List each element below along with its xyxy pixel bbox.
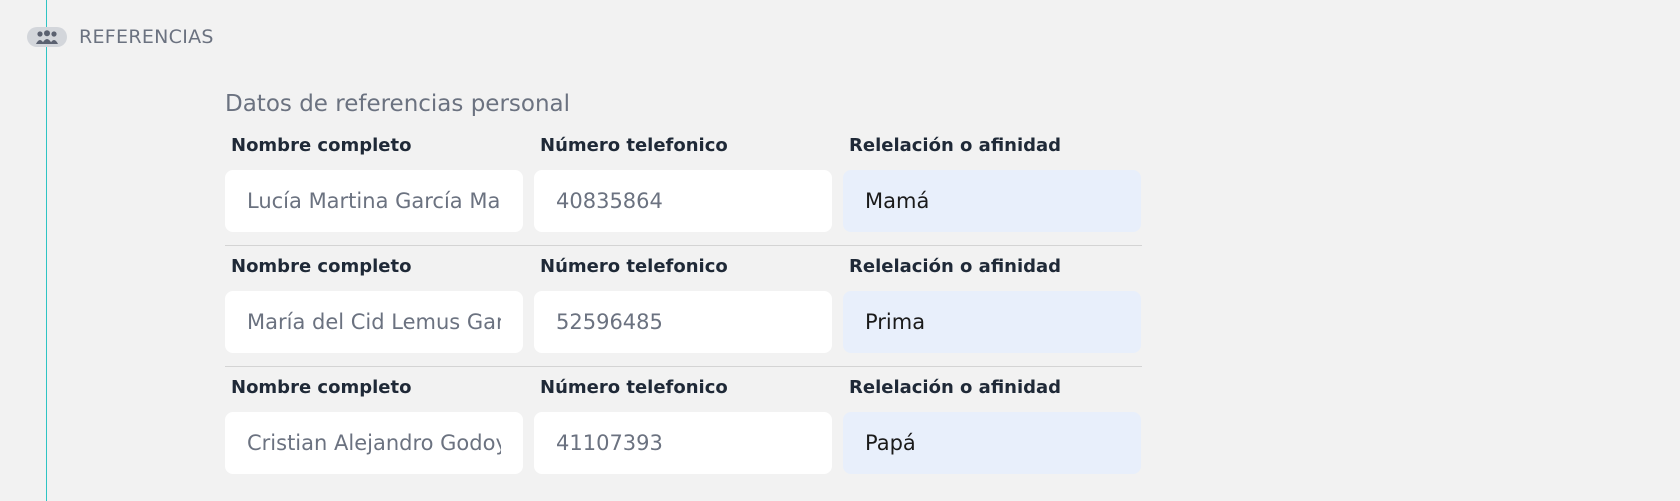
relation-label: Relelación o afinidad [849,377,1062,398]
name-label: Nombre completo [231,135,412,156]
people-group-icon [27,27,67,47]
relation-label: Relelación o afinidad [849,256,1062,277]
relation-label: Relelación o afinidad [849,135,1062,156]
name-label: Nombre completo [231,377,412,398]
phone-input[interactable]: 52596485 [534,291,832,353]
relation-select[interactable]: Papá [843,412,1141,474]
phone-input[interactable]: 40835864 [534,170,832,232]
relation-select[interactable]: Prima [843,291,1141,353]
name-input[interactable]: María del Cid Lemus Gar [225,291,523,353]
phone-label: Número telefonico [540,135,728,156]
name-label: Nombre completo [231,256,412,277]
section-header: REFERENCIAS [27,24,214,50]
references-subtitle: Datos de referencias personal [225,91,571,117]
name-input[interactable]: Lucía Martina García Mar [225,170,523,232]
timeline-line [46,0,47,501]
reference-row: Nombre completo Cristian Alejandro Godoy… [225,367,1142,488]
section-title: REFERENCIAS [79,26,214,48]
reference-row: Nombre completo Lucía Martina García Mar… [225,125,1142,246]
reference-row: Nombre completo María del Cid Lemus Gar … [225,246,1142,367]
relation-select[interactable]: Mamá [843,170,1141,232]
phone-label: Número telefonico [540,377,728,398]
phone-input[interactable]: 41107393 [534,412,832,474]
phone-label: Número telefonico [540,256,728,277]
name-input[interactable]: Cristian Alejandro Godoy [225,412,523,474]
